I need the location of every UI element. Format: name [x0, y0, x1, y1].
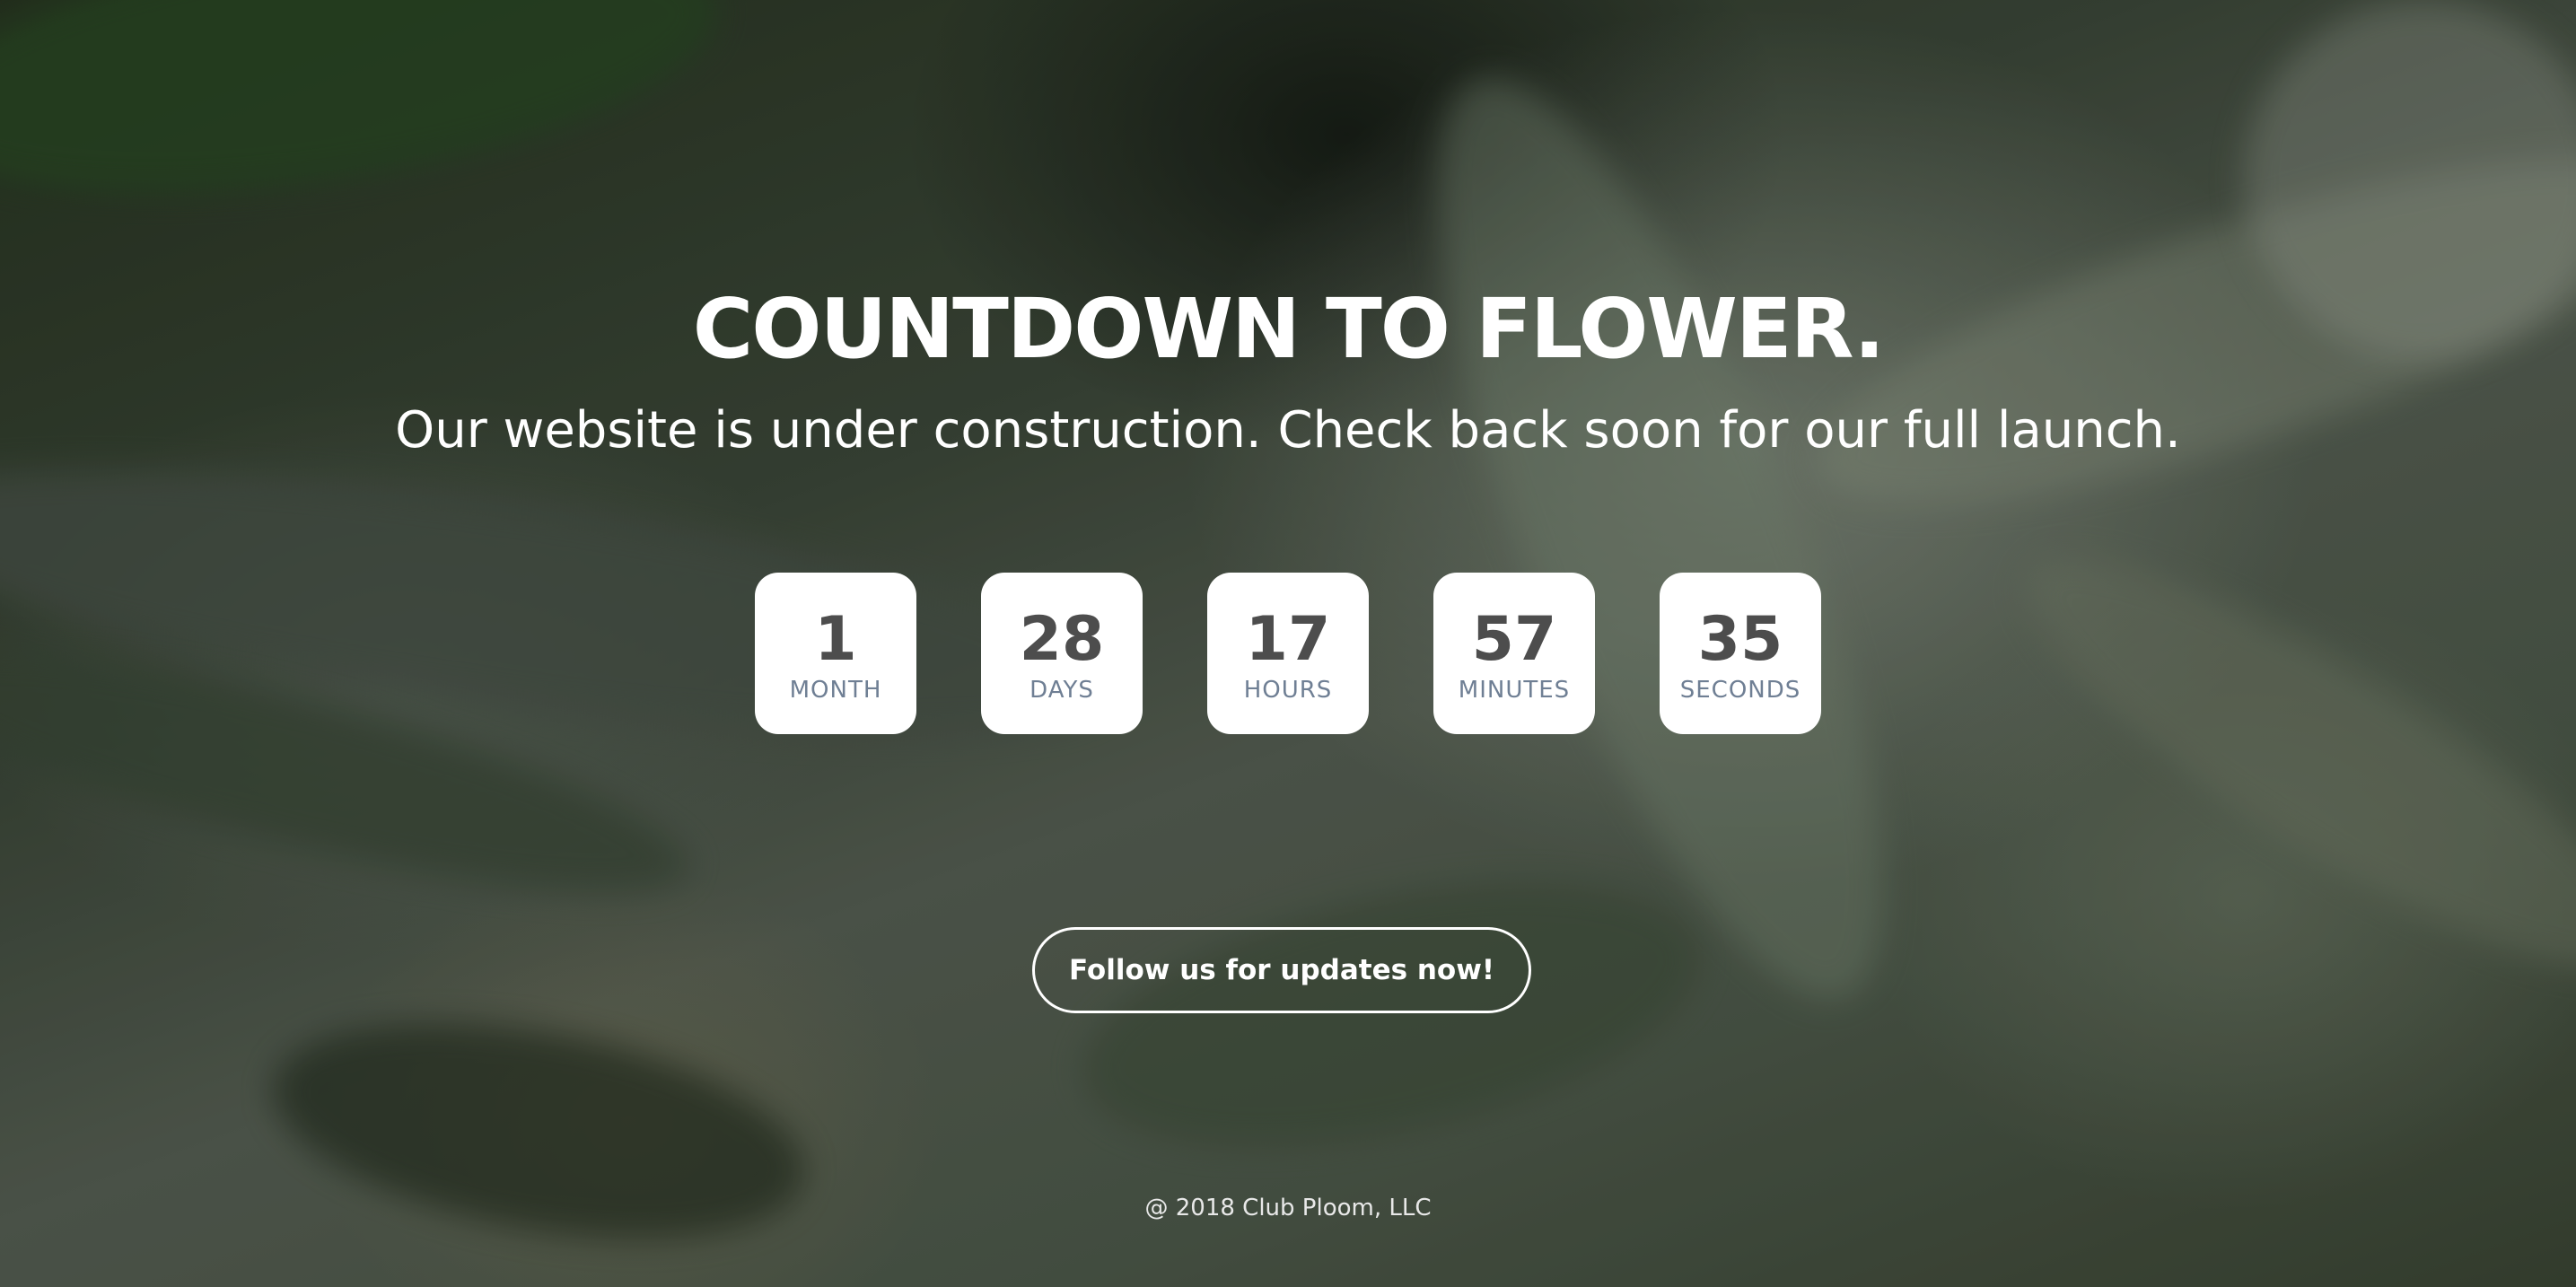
- countdown-hours: 17 HOURS: [1207, 573, 1369, 734]
- countdown-month: 1 MONTH: [755, 573, 916, 734]
- countdown-label: MINUTES: [1458, 677, 1571, 704]
- countdown-minutes: 57 MINUTES: [1433, 573, 1595, 734]
- countdown-days: 28 DAYS: [981, 573, 1143, 734]
- page-subtitle: Our website is under construction. Check…: [395, 401, 2181, 460]
- countdown-value: 57: [1471, 604, 1557, 675]
- countdown-timer: 1 MONTH 28 DAYS 17 HOURS 57 MINUTES 35 S…: [0, 573, 2576, 734]
- page-title: COUNTDOWN TO FLOWER.: [692, 281, 1885, 377]
- main-content: COUNTDOWN TO FLOWER. Our website is unde…: [0, 0, 2576, 1287]
- countdown-value: 35: [1697, 604, 1783, 675]
- countdown-seconds: 35 SECONDS: [1660, 573, 1821, 734]
- countdown-label: SECONDS: [1679, 677, 1801, 704]
- countdown-label: DAYS: [1030, 677, 1094, 704]
- countdown-label: HOURS: [1243, 677, 1333, 704]
- countdown-label: MONTH: [789, 677, 882, 704]
- countdown-value: 1: [814, 604, 857, 675]
- countdown-value: 17: [1245, 604, 1331, 675]
- follow-updates-button[interactable]: Follow us for updates now!: [1032, 927, 1531, 1013]
- footer-copyright: @ 2018 Club Ploom, LLC: [1144, 1195, 1432, 1221]
- countdown-value: 28: [1019, 604, 1105, 675]
